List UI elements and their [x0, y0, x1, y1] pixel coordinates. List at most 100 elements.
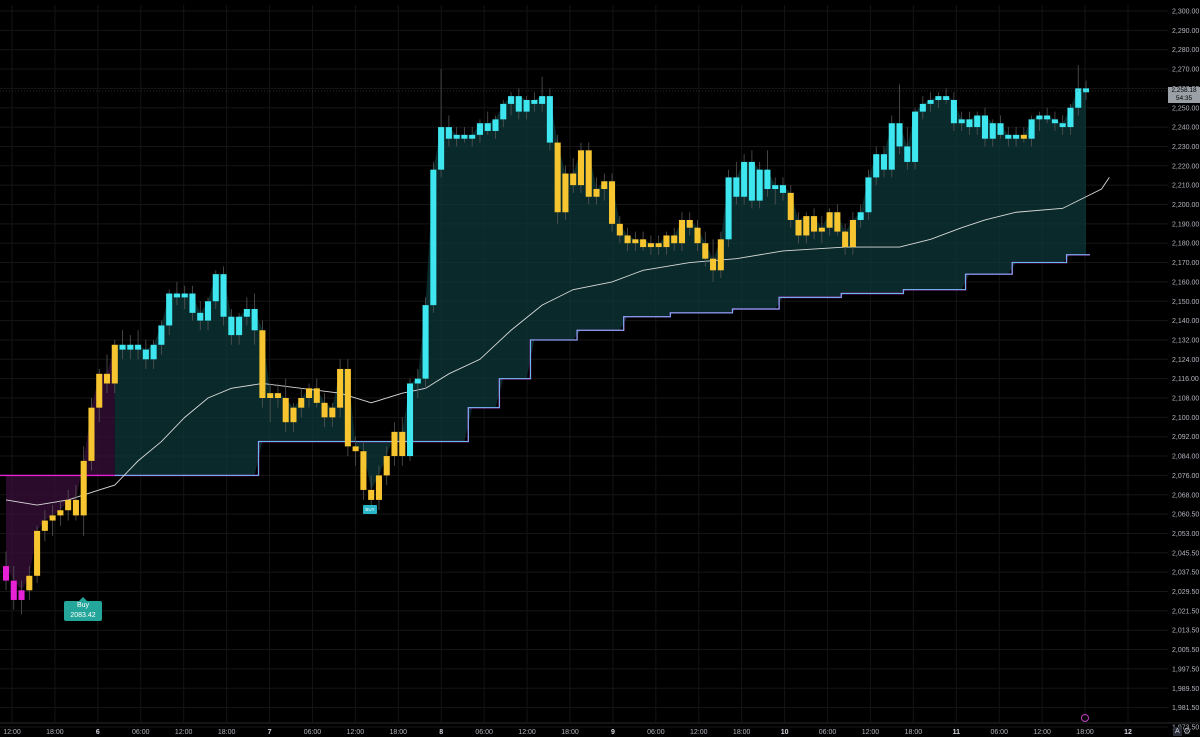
x-tick-label: 12:00 [690, 729, 708, 736]
buy-signal-price: 2083.42 [70, 612, 96, 619]
candle-body [865, 177, 872, 213]
x-tick-label: 18:00 [46, 729, 64, 736]
candle-body [1082, 88, 1090, 93]
candle-body [197, 312, 204, 321]
x-tick-label: 18:00 [561, 729, 579, 736]
candle-body [570, 173, 577, 186]
x-tick-label: 18:00 [1076, 729, 1094, 736]
candle-body [337, 368, 344, 408]
candle-body [624, 235, 631, 244]
x-day-label: 7 [268, 729, 272, 736]
x-tick-label: 12:00 [347, 729, 365, 736]
auto-scale-button[interactable]: A [1173, 727, 1182, 736]
y-tick-label: 2,180.00 [1172, 241, 1199, 248]
candle-body [779, 185, 787, 193]
candle-body [383, 456, 390, 476]
candle-body [741, 161, 748, 197]
candle-body [368, 489, 375, 500]
candle-body [34, 530, 41, 576]
candle-body [88, 407, 95, 461]
candle-body [127, 344, 134, 350]
candle-body [290, 407, 297, 423]
y-tick-label: 2,100.00 [1172, 415, 1199, 422]
y-tick-label: 2,230.00 [1172, 144, 1199, 151]
candle-body [554, 142, 561, 213]
candle-body [593, 189, 600, 197]
candle-body [539, 96, 546, 104]
y-tick-label: 2,068.00 [1172, 492, 1199, 499]
x-day-label: 10 [781, 729, 789, 736]
x-day-label: 6 [96, 729, 100, 736]
candle-body [173, 293, 180, 298]
y-tick-label: 2,140.00 [1172, 318, 1199, 325]
candle-body [399, 431, 406, 457]
x-tick-label: 12:00 [518, 729, 536, 736]
target-icon[interactable] [1081, 714, 1089, 722]
y-axis[interactable]: 2,300.002,290.002,280.002,270.002,260.00… [1172, 9, 1199, 737]
candle-body [919, 103, 926, 112]
y-tick-label: 2,210.00 [1172, 183, 1199, 190]
candle-body [305, 388, 313, 398]
y-tick-label: 1,997.50 [1172, 666, 1199, 673]
candle-body [515, 96, 522, 112]
y-tick-label: 2,029.50 [1172, 589, 1199, 596]
candle-body [787, 192, 794, 220]
candle-body [243, 308, 250, 317]
candle-body [313, 388, 320, 403]
price-chart[interactable]: 2,300.002,290.002,280.002,270.002,260.00… [0, 0, 1200, 737]
candle-body [943, 96, 950, 101]
candle-body [360, 451, 367, 490]
candle-body [523, 100, 530, 112]
candle-body [492, 119, 499, 131]
x-tick-label: 12:00 [1033, 729, 1051, 736]
candle-body [461, 134, 468, 139]
candle-body [500, 103, 507, 120]
x-day-label: 12 [1124, 729, 1132, 736]
x-tick-label: 06:00 [304, 729, 322, 736]
candle-body [888, 123, 895, 170]
x-tick-label: 18:00 [905, 729, 923, 736]
x-axis[interactable]: 12:00 18:00 6 06:00 12:00 18:00 7 06:00 12:00 18:… [0, 722, 1200, 736]
candle-body [212, 274, 219, 302]
last-price-tag: 2,258.18 54:35 [1168, 87, 1200, 103]
y-tick-label: 2,200.00 [1172, 202, 1199, 209]
candle-body [189, 293, 196, 313]
candle-body [119, 344, 126, 350]
candle-body [873, 154, 880, 178]
candle-body [469, 134, 476, 139]
y-tick-label: 2,037.50 [1172, 570, 1199, 577]
x-tick-label: 06:00 [647, 729, 665, 736]
y-tick-label: 2,160.00 [1172, 279, 1199, 286]
x-day-label: 11 [953, 729, 961, 736]
candle-body [577, 150, 584, 186]
y-tick-label: 2,270.00 [1172, 67, 1199, 74]
y-tick-label: 2,170.00 [1172, 260, 1199, 267]
x-day-label: 8 [439, 729, 443, 736]
candle-body [585, 150, 592, 197]
y-tick-label: 2,116.00 [1172, 376, 1199, 383]
candle-body [694, 227, 701, 244]
y-tick-label: 2,092.00 [1172, 434, 1199, 441]
candle-body [259, 330, 266, 398]
candle-body [1005, 134, 1012, 139]
y-tick-label: 2,300.00 [1172, 9, 1199, 16]
candle-body [1028, 119, 1035, 139]
x-tick-label: 18:00 [218, 729, 236, 736]
candle-body [935, 96, 942, 101]
x-tick-label: 18:00 [390, 729, 408, 736]
candle-body [228, 316, 235, 336]
candle-body [103, 373, 111, 384]
candle-body [49, 515, 56, 521]
candle-body [204, 301, 212, 321]
gear-icon[interactable]: ⚙ [1183, 727, 1191, 736]
candle-body [927, 100, 934, 104]
candle-body [562, 173, 569, 213]
x-tick-label: 18:00 [733, 729, 751, 736]
candle-body [1036, 115, 1043, 120]
candle-body [609, 181, 616, 224]
candle-body [1013, 134, 1020, 139]
candle-body [391, 431, 398, 457]
candle-body [997, 123, 1004, 135]
x-tick-label: 06:00 [475, 729, 493, 736]
candle-body [414, 378, 421, 384]
